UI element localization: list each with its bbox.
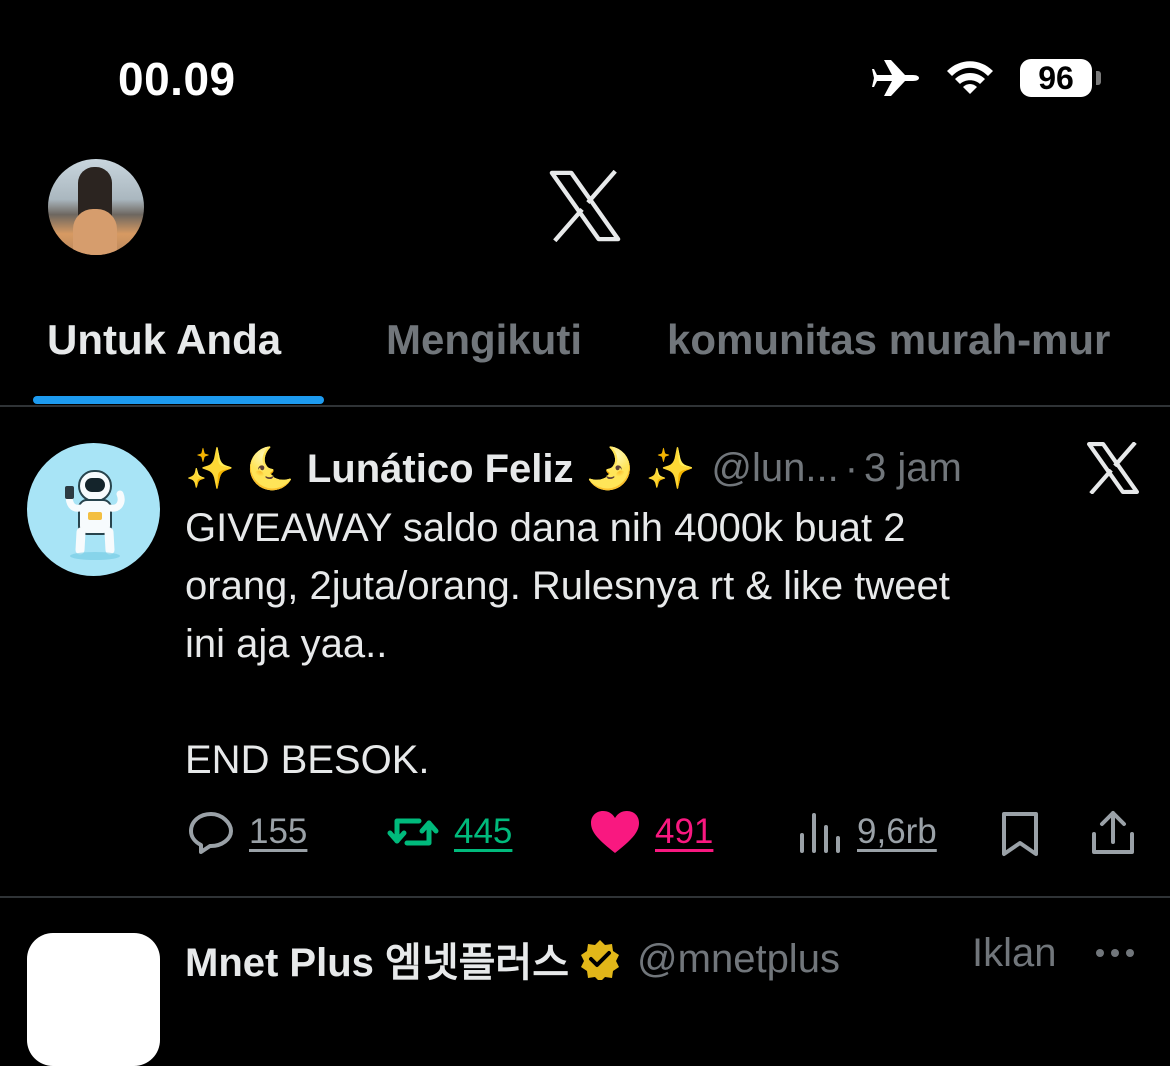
heart-icon — [591, 811, 639, 853]
tweet-handle[interactable]: @lun... — [711, 446, 838, 491]
share-icon[interactable] — [1090, 808, 1136, 858]
tweet-avatar[interactable] — [27, 443, 160, 576]
like-count[interactable]: 491 — [655, 812, 713, 852]
active-tab-indicator — [33, 396, 324, 404]
tweet-header: ✨ 🌜 Lunático Feliz 🌛 ✨ @lun... · 3 jam — [185, 438, 1145, 498]
views-button[interactable]: 9,6rb — [797, 802, 937, 862]
repost-count[interactable]: 445 — [454, 812, 512, 852]
tab-untuk-anda[interactable]: Untuk Anda — [47, 316, 281, 364]
more-options-icon[interactable] — [1096, 949, 1134, 957]
tweet[interactable]: ✨ 🌜 Lunático Feliz 🌛 ✨ @lun... · 3 jam G… — [0, 407, 1170, 897]
tab-komunitas[interactable]: komunitas murah-mur — [667, 316, 1110, 364]
like-button[interactable]: 491 — [589, 802, 713, 862]
promoted-tweet[interactable]: Mnet Plus 엠넷플러스 @mnetplus Iklan — [0, 897, 1170, 1066]
promoted-display-name[interactable]: Mnet Plus 엠넷플러스 — [185, 930, 569, 988]
reply-count[interactable]: 155 — [249, 812, 307, 852]
timeline-tabs: Untuk Anda Mengikuti komunitas murah-mur — [0, 302, 1170, 406]
bookmark-icon[interactable] — [998, 809, 1042, 857]
battery-icon: 96 — [1020, 59, 1101, 97]
reply-icon — [189, 812, 233, 854]
repost-button[interactable]: 445 — [386, 802, 512, 862]
tweet-text: GIVEAWAY saldo dana nih 4000k buat 2 ora… — [185, 506, 950, 782]
tweet-actions: 155 445 491 9,6rb — [0, 802, 1170, 862]
astronaut-icon — [65, 470, 125, 560]
tweet-time[interactable]: 3 jam — [864, 446, 962, 491]
more-options-dot — [1111, 949, 1119, 957]
verified-gold-badge-icon — [581, 940, 620, 980]
tab-mengikuti[interactable]: Mengikuti — [386, 316, 582, 364]
tweet-separator: · — [844, 445, 859, 490]
airplane-icon — [872, 60, 919, 96]
tweet-display-name[interactable]: ✨ 🌜 Lunático Feliz 🌛 ✨ — [185, 445, 695, 492]
x-logo-icon — [1087, 442, 1139, 494]
x-logo-icon — [549, 170, 621, 242]
promoted-tweet-avatar[interactable] — [27, 933, 160, 1066]
battery-level: 96 — [1038, 59, 1074, 96]
wifi-icon — [947, 61, 993, 94]
promoted-handle[interactable]: @mnetplus — [637, 937, 840, 982]
views-icon — [800, 813, 840, 853]
more-options-dot — [1096, 949, 1104, 957]
profile-avatar[interactable] — [48, 159, 144, 255]
status-icons: 96 — [872, 52, 1101, 104]
status-time: 00.09 — [118, 53, 236, 105]
status-bar: 00.09 96 — [0, 0, 1170, 150]
views-count[interactable]: 9,6rb — [857, 812, 937, 852]
ad-label: Iklan — [972, 931, 1057, 975]
more-options-dot — [1126, 949, 1134, 957]
reply-button[interactable]: 155 — [187, 802, 307, 862]
repost-icon — [387, 818, 439, 846]
